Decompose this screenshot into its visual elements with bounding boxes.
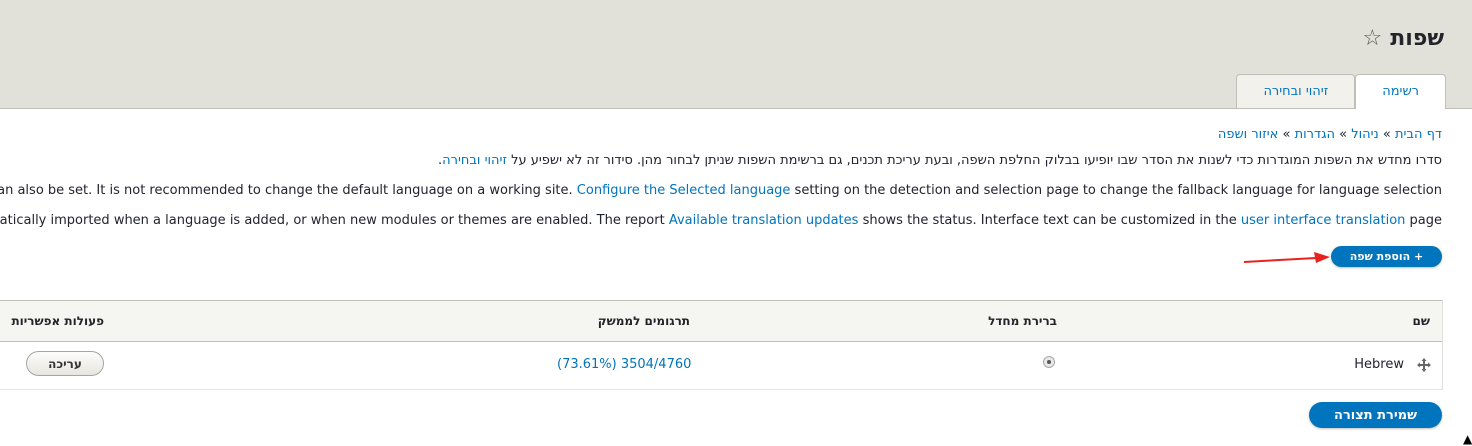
red-arrow-annotation [1243, 252, 1330, 263]
header-operations: פעולות אפשריות [11, 314, 104, 328]
breadcrumb-region-language[interactable]: איזור ושפה [1218, 127, 1278, 142]
edit-button[interactable]: עריכה [26, 351, 104, 376]
header-translations: תרגומים לממשק [597, 314, 690, 328]
description-text: an also be set. It is not recommended to… [0, 183, 577, 198]
languages-table: שם ברירת מחדל תרגומים לממשק פעולות אפשרי… [0, 300, 1443, 390]
breadcrumb-separator: » [1382, 127, 1391, 142]
description-text: atically imported when a language is add… [0, 213, 669, 228]
description-english-2: atically imported when a language is add… [0, 213, 1442, 228]
default-language-radio[interactable] [1043, 356, 1055, 368]
drag-handle-icon[interactable] [1416, 357, 1432, 373]
tab-detection-selection[interactable]: זיהוי ובחירה [1236, 74, 1356, 108]
description-hebrew: סדרו מחדש את השפות המוגדרות כדי לשנות את… [438, 153, 1442, 168]
breadcrumb-home[interactable]: דף הבית [1395, 127, 1442, 142]
breadcrumb-separator: » [1339, 127, 1348, 142]
language-name: Hebrew [1354, 357, 1404, 372]
header-default: ברירת מחדל [988, 314, 1057, 328]
header-name: שם [1412, 314, 1430, 328]
breadcrumb-admin[interactable]: ניהול [1351, 127, 1379, 142]
cursor-icon: ▲ [1463, 432, 1472, 446]
user-interface-translation-link[interactable]: user interface translation [1241, 213, 1406, 228]
save-configuration-button[interactable]: שמירת תצורה [1309, 402, 1442, 428]
breadcrumb-settings[interactable]: הגדרות [1295, 127, 1335, 142]
add-language-button[interactable]: + הוספת שפה [1331, 246, 1442, 267]
page-header: שפות ☆ רשימה זיהוי ובחירה [0, 0, 1472, 109]
configure-selected-language-link[interactable]: Configure the Selected language [577, 183, 791, 198]
page-title: שפות [1390, 26, 1444, 51]
star-outline-icon[interactable]: ☆ [1363, 27, 1383, 50]
breadcrumb: דף הבית » ניהול » הגדרות » איזור ושפה [1218, 127, 1442, 142]
description-text: סדרו מחדש את השפות המוגדרות כדי לשנות את… [506, 153, 1442, 168]
detection-selection-link[interactable]: זיהוי ובחירה [442, 153, 507, 168]
description-english-1: an also be set. It is not recommended to… [0, 183, 1442, 198]
breadcrumb-separator: » [1282, 127, 1291, 142]
description-text: shows the status. Interface text can be … [858, 213, 1241, 228]
translations-link[interactable]: (73.61%) 3504/4760 [557, 357, 691, 372]
tab-list[interactable]: רשימה [1355, 74, 1446, 109]
table-header: שם ברירת מחדל תרגומים לממשק פעולות אפשרי… [0, 301, 1442, 342]
available-translation-updates-link[interactable]: Available translation updates [669, 213, 859, 228]
description-text: page [1405, 213, 1442, 228]
table-row: Hebrew (73.61%) 3504/4760 [0, 342, 1442, 390]
title-area: שפות ☆ [1363, 26, 1444, 51]
tabs: רשימה זיהוי ובחירה [1236, 74, 1446, 109]
description-text: setting on the detection and selection p… [790, 183, 1442, 198]
